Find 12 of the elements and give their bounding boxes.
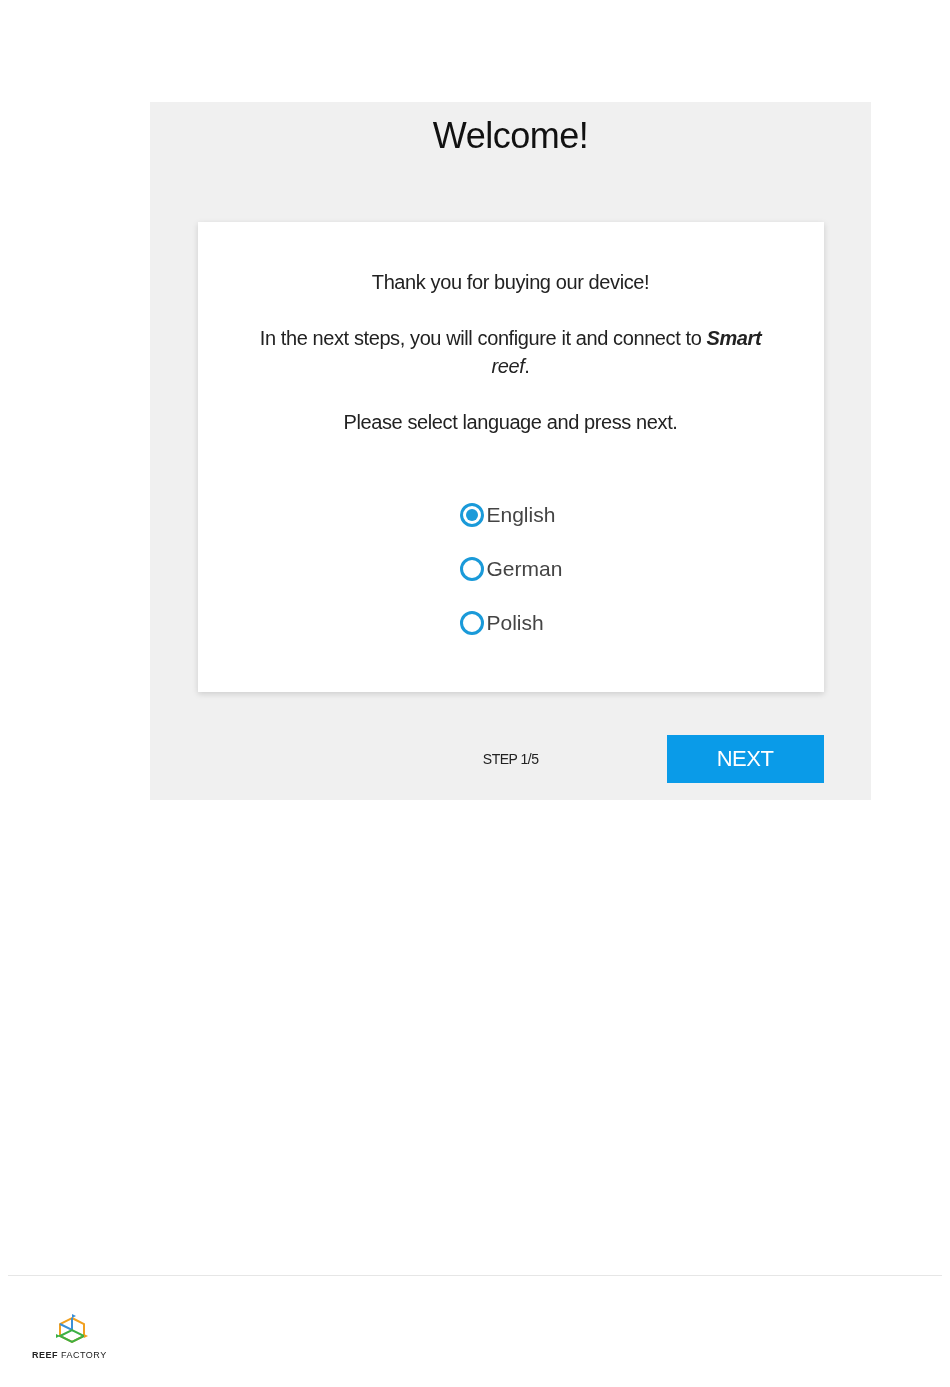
language-option[interactable]: German <box>459 552 563 586</box>
message-text: In the next steps, you will configure it and connect to Smart reef. <box>258 326 764 379</box>
language-option[interactable]: Polish <box>459 606 563 640</box>
radio-button[interactable] <box>459 611 484 635</box>
radio-button[interactable] <box>459 557 484 581</box>
step-indicator: STEP 1/5 <box>482 751 539 767</box>
radio-button[interactable] <box>459 503 484 527</box>
message-text: Thank you for buying our device! <box>370 270 651 295</box>
language-option[interactable]: English <box>459 498 563 532</box>
welcome-title: Welcome! <box>432 114 589 158</box>
message-text: Please select language and press next. <box>342 410 679 435</box>
logo-text: REEF FACTORY <box>32 1350 108 1360</box>
